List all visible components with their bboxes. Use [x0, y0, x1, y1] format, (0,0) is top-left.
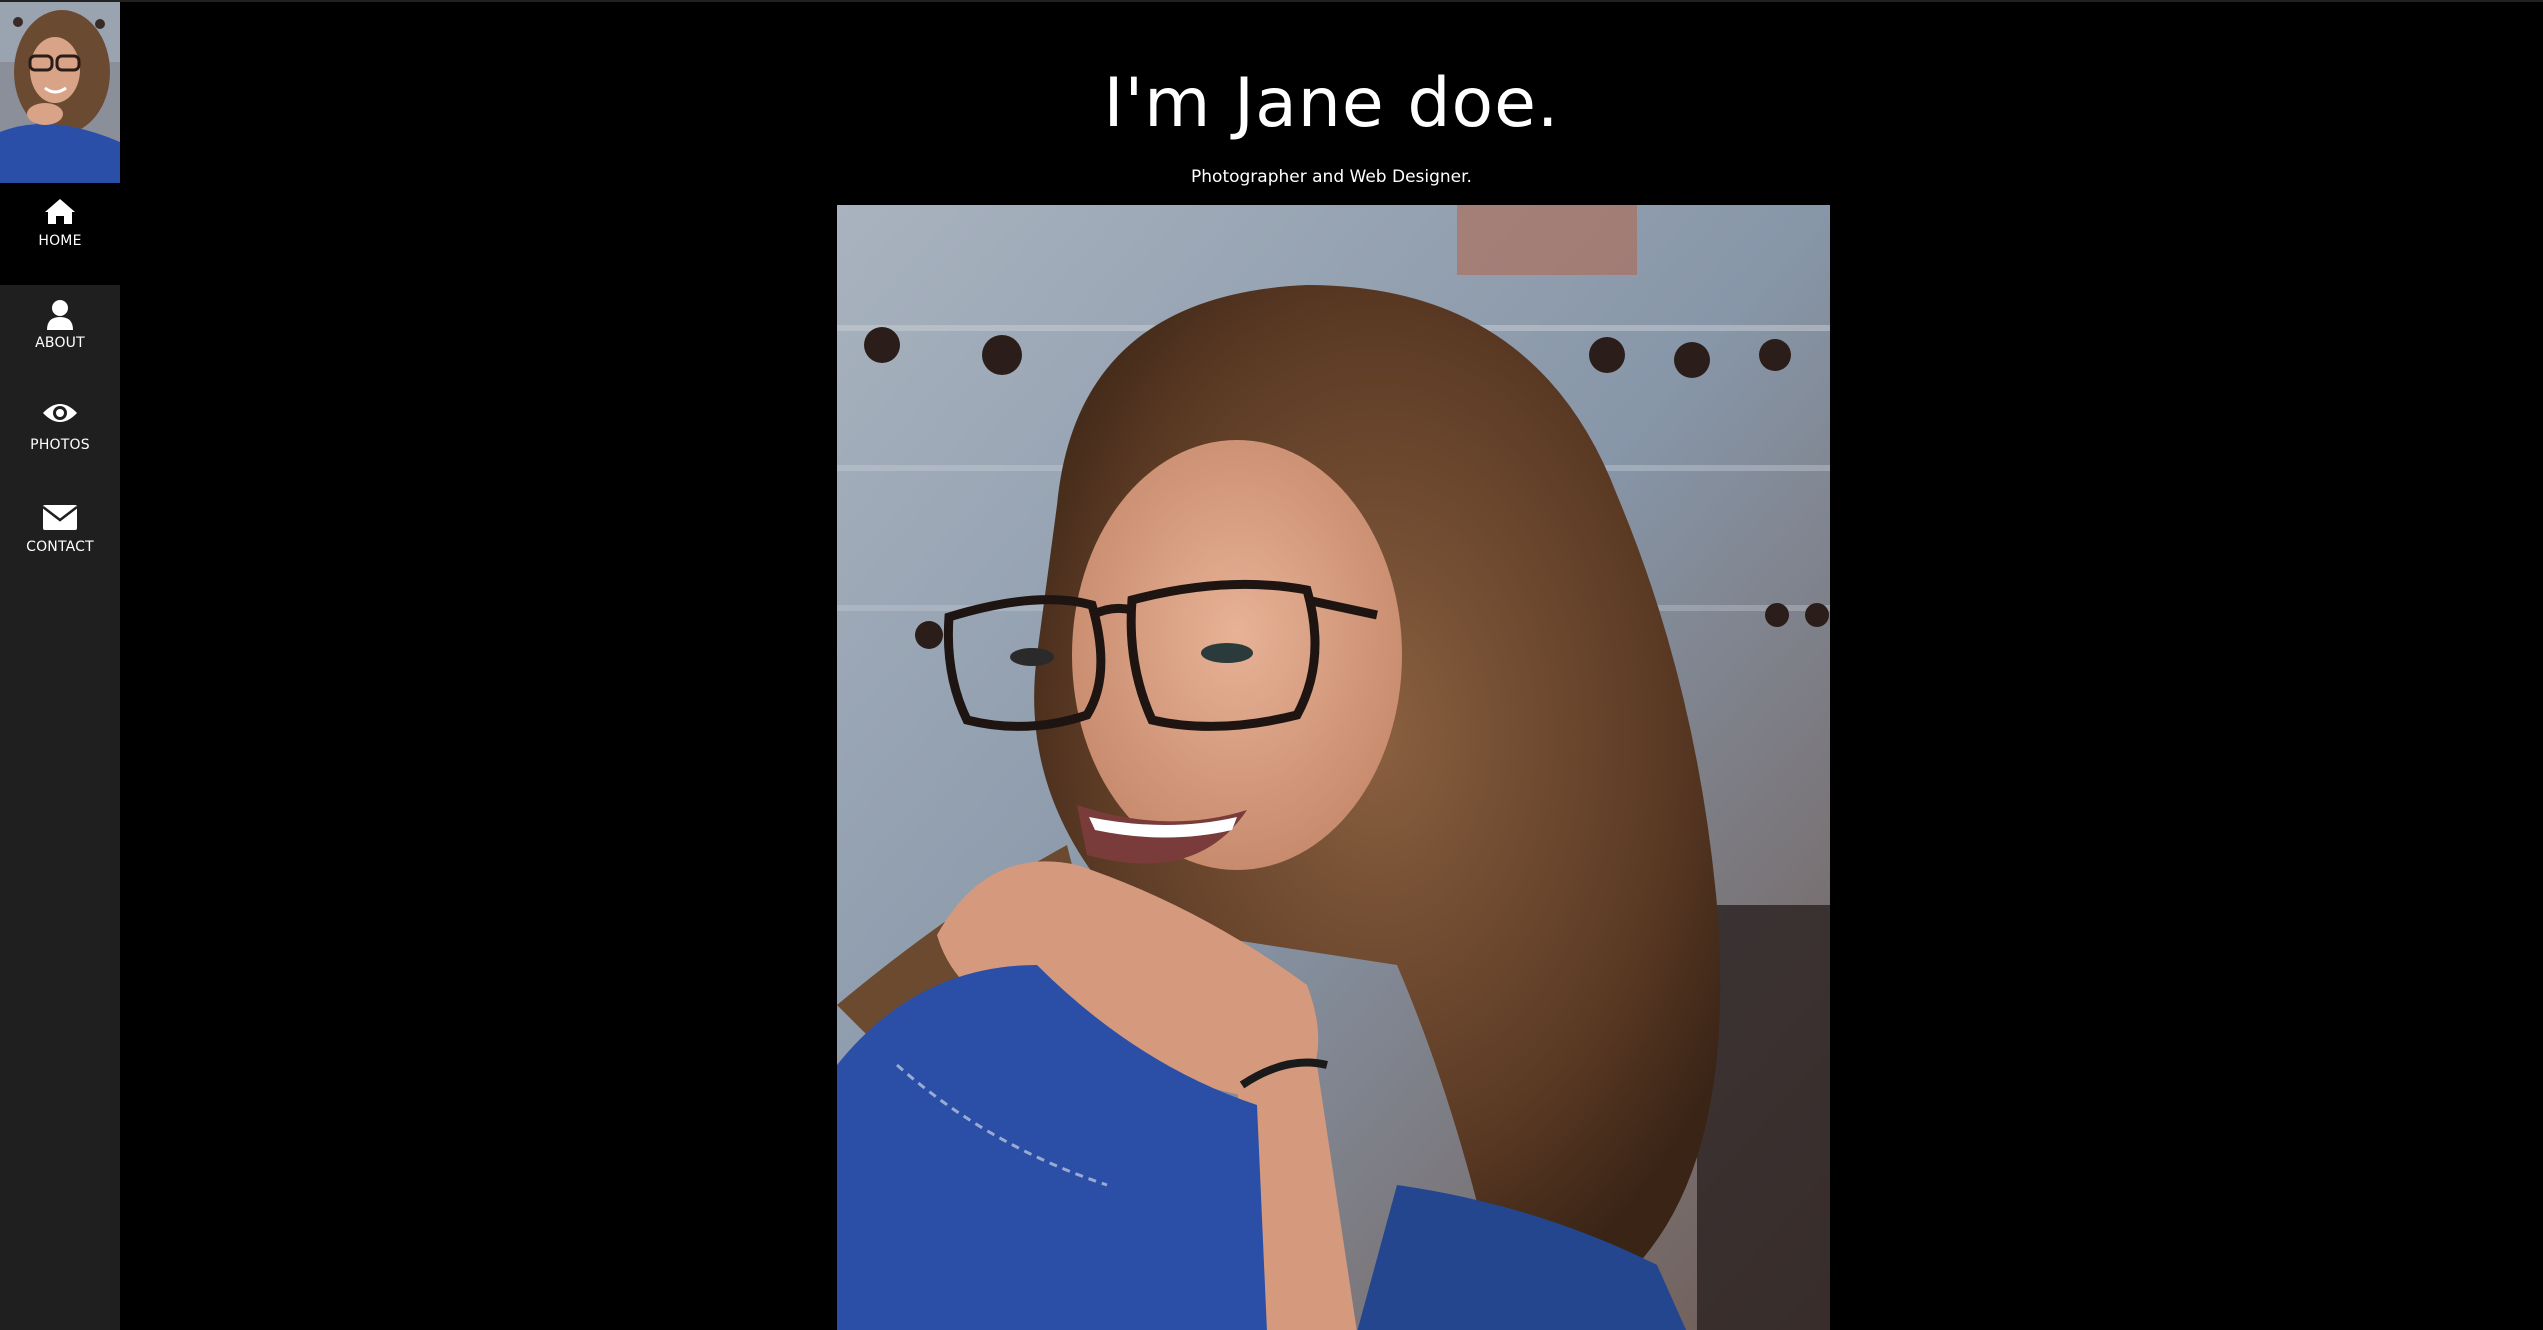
sidebar-item-about[interactable]: ABOUT — [0, 285, 120, 387]
sidebar-item-label: CONTACT — [26, 539, 94, 555]
page-subtitle: Photographer and Web Designer. — [1191, 167, 1472, 187]
sidebar-item-label: PHOTOS — [30, 437, 90, 453]
page: HOME ABOUT PHOTOS CONTACT I'm Jane doe. … — [0, 0, 2543, 1330]
envelope-icon — [40, 489, 80, 530]
avatar[interactable] — [0, 2, 120, 183]
user-icon — [40, 285, 80, 330]
sidebar-item-home[interactable]: HOME — [0, 183, 120, 285]
sidebar-item-label: ABOUT — [35, 335, 85, 351]
sidebar-item-photos[interactable]: PHOTOS — [0, 387, 120, 489]
eye-icon — [40, 387, 80, 423]
page-title: I'm Jane doe. — [1103, 64, 1560, 143]
sidebar-item-label: HOME — [38, 233, 82, 249]
portrait-photo — [837, 205, 1830, 1330]
sidebar: HOME ABOUT PHOTOS CONTACT — [0, 2, 120, 1330]
sidebar-item-contact[interactable]: CONTACT — [0, 489, 120, 591]
home-icon — [40, 183, 80, 224]
